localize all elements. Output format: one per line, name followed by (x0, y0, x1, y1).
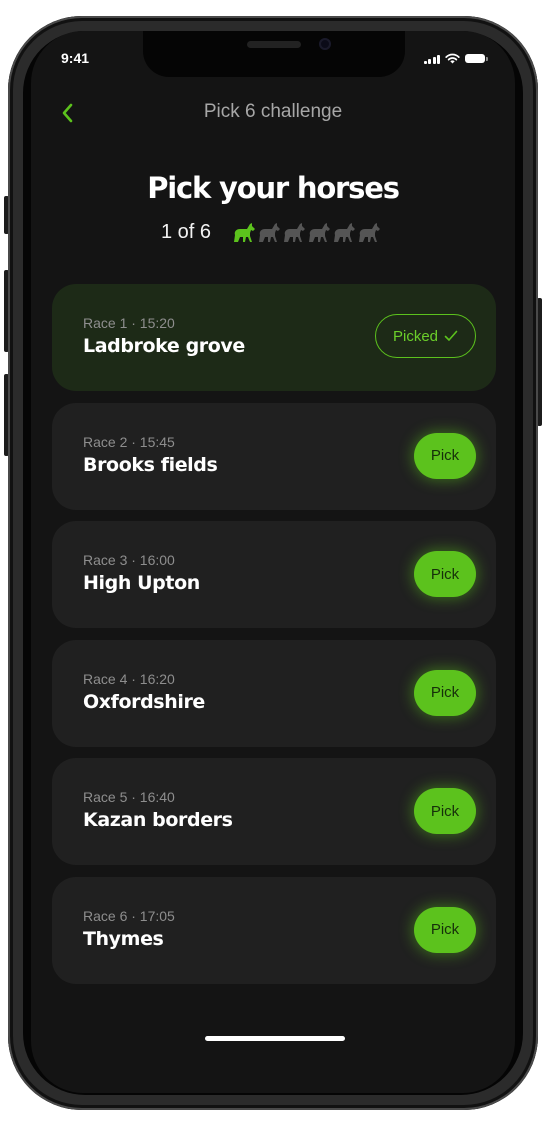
race-meta: Race 3 · 16:00 (83, 552, 175, 569)
page-title: Pick your horses (147, 171, 400, 205)
race-list: Race 1 · 15:20 Ladbroke grove Picked Race 2… (52, 284, 496, 996)
race-meta: Race 6 · 17:05 (83, 907, 175, 924)
pick-button[interactable]: Pick (414, 432, 476, 479)
horse-icon (359, 223, 381, 242)
race-meta: Race 1 · 15:20 (83, 315, 175, 331)
race-meta: Race 4 · 16:20 (83, 670, 175, 687)
horse-icon (259, 223, 281, 242)
status-icons (423, 53, 488, 64)
race-name: Ladbroke grove (83, 335, 245, 357)
pick-button[interactable]: Pick (414, 788, 476, 835)
picked-button[interactable]: Picked (375, 314, 476, 358)
race-card[interactable]: Race 1 · 15:20 Ladbroke grove Picked (52, 284, 496, 391)
race-card[interactable]: Race 2 · 15:45 Brooks fields Pick (52, 402, 496, 510)
nav-title: Pick 6 challenge (203, 101, 343, 122)
battery-icon (465, 54, 488, 63)
horse-progress-icons (231, 220, 381, 244)
pick-button[interactable]: Pick (414, 551, 476, 598)
progress-count: 1 of 6 (161, 220, 212, 243)
race-name: Thymes (83, 927, 164, 950)
checkmark-icon (444, 330, 458, 341)
notch (143, 31, 405, 77)
race-card[interactable]: Race 4 · 16:20 Oxfordshire Pick (52, 639, 496, 747)
pick-progress: 1 of 6 (161, 219, 381, 245)
pick-button[interactable]: Pick (414, 906, 476, 953)
race-name: Kazan borders (83, 809, 233, 832)
race-card[interactable]: Race 3 · 16:00 High Upton Pick (52, 521, 496, 629)
race-name: Brooks fields (83, 453, 218, 476)
home-indicator (205, 1036, 345, 1041)
picked-button-label: Picked (392, 327, 439, 345)
race-card[interactable]: Race 5 · 16:40 Kazan borders Pick (52, 758, 496, 866)
race-meta: Race 5 · 16:40 (83, 789, 175, 806)
earpiece-speaker (247, 41, 301, 48)
race-name: Oxfordshire (83, 690, 205, 713)
front-camera (319, 38, 331, 50)
horse-icon (309, 223, 331, 242)
screen: 9:41 Pick 6 challenge Pick your horses 1… (31, 31, 515, 1093)
wifi-icon (445, 53, 460, 64)
race-meta: Race 2 · 15:45 (83, 433, 175, 450)
pick-button[interactable]: Pick (414, 669, 476, 716)
race-name: High Upton (83, 572, 200, 595)
status-time: 9:41 (61, 50, 90, 66)
cellular-signal-icon (423, 54, 440, 64)
race-card[interactable]: Race 6 · 17:05 Thymes Pick (52, 876, 496, 984)
horse-icon (334, 223, 356, 242)
horse-icon (234, 223, 256, 242)
horse-icon (284, 223, 306, 242)
